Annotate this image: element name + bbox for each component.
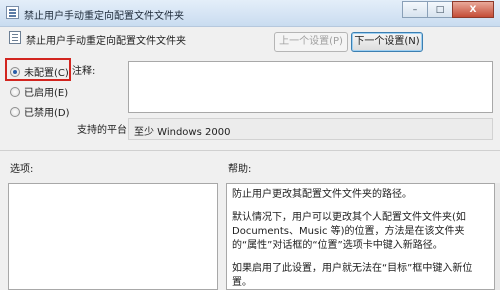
help-paragraph: 防止用户更改其配置文件文件夹的路径。 (232, 189, 412, 200)
comment-textarea[interactable] (128, 61, 493, 113)
minimize-button[interactable]: – (402, 1, 428, 18)
policy-document-icon (6, 6, 19, 19)
selection-highlight-box (5, 58, 71, 81)
help-label: 帮助: (228, 164, 252, 175)
comment-label: 注释: (72, 66, 96, 77)
close-button[interactable]: X (452, 1, 494, 18)
radio-button[interactable] (10, 106, 20, 117)
section-divider (0, 150, 500, 151)
radio-label: 已启用(E) (24, 88, 69, 99)
radio-disabled[interactable]: 已禁用(D) (10, 104, 70, 119)
radio-enabled[interactable]: 已启用(E) (10, 84, 68, 99)
policy-setting-window: 禁止用户手动重定向配置文件文件夹 – □ X 禁止用户手动重定向配置文件文件夹 … (0, 0, 500, 290)
maximize-button[interactable]: □ (427, 1, 453, 18)
next-setting-button[interactable]: 下一个设置(N) (351, 32, 423, 52)
options-pane[interactable] (8, 183, 218, 290)
setting-name: 禁止用户手动重定向配置文件文件夹 (26, 36, 186, 47)
previous-setting-button[interactable]: 上一个设置(P) (274, 32, 348, 52)
help-pane[interactable]: 防止用户更改其配置文件文件夹的路径。 默认情况下，用户可以更改其个人配置文件文件… (226, 183, 495, 290)
radio-label: 已禁用(D) (24, 108, 70, 119)
window-title: 禁止用户手动重定向配置文件文件夹 (24, 11, 184, 22)
options-label: 选项: (10, 164, 34, 175)
supported-platform-field: 至少 Windows 2000 (128, 118, 493, 140)
help-paragraph: 如果启用了此设置，用户就无法在“目标”框中键入新位置。 (232, 263, 473, 288)
supported-platform-value: 至少 Windows 2000 (134, 127, 231, 138)
window-controls: – □ X (402, 1, 494, 18)
help-paragraph: 默认情况下，用户可以更改其个人配置文件文件夹(如 Documents、Music… (232, 212, 466, 251)
title-bar[interactable]: 禁止用户手动重定向配置文件文件夹 – □ X (0, 0, 500, 27)
radio-button[interactable] (10, 86, 20, 97)
help-scrollbar[interactable] (495, 183, 500, 290)
setting-icon (9, 31, 21, 44)
supported-platform-label: 支持的平台: (77, 125, 131, 136)
